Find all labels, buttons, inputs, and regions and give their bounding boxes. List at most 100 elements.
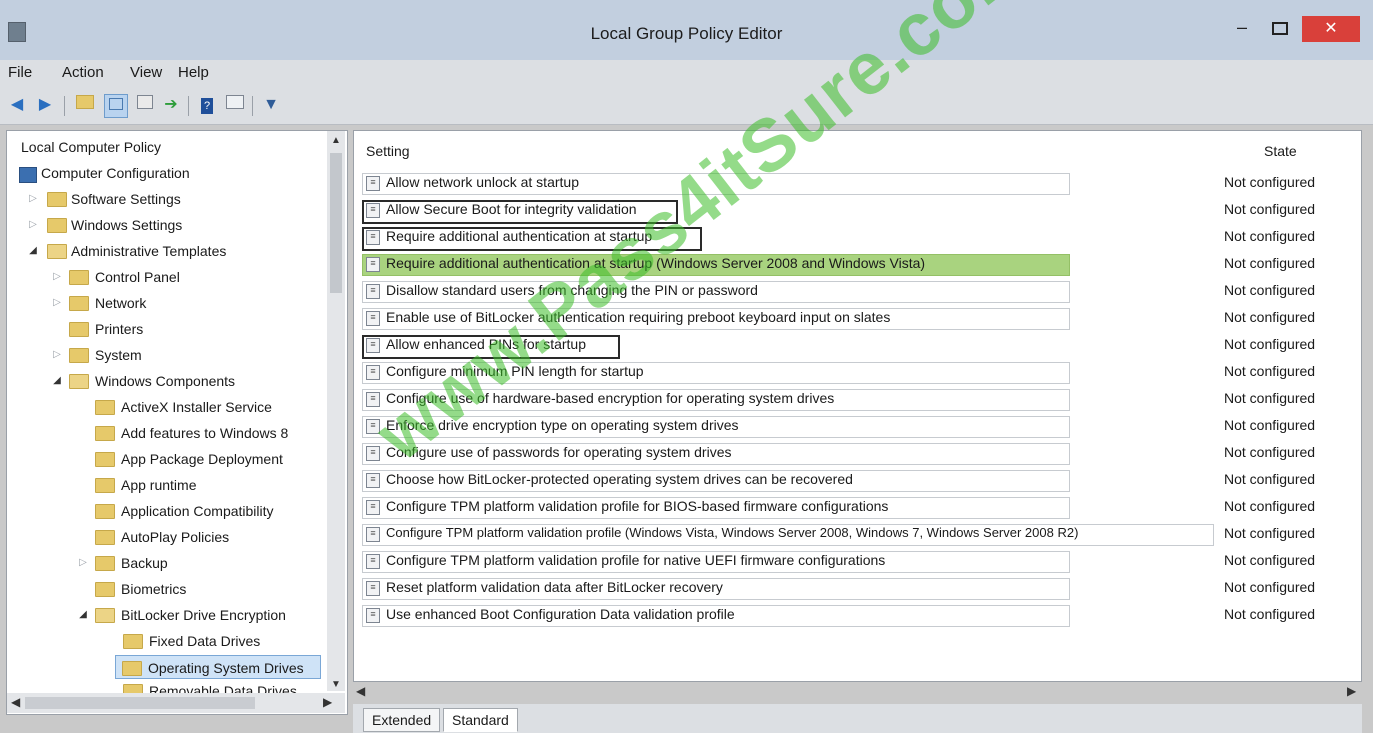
scroll-left-icon[interactable]: ◀ (11, 695, 20, 709)
forward-arrow-icon[interactable]: ▶ (34, 94, 56, 116)
tree-vertical-scrollbar[interactable] (327, 131, 345, 691)
setting-row[interactable]: ≡ Configure use of hardware-based encryp… (362, 387, 1352, 411)
policy-setting-icon: ≡ (366, 257, 380, 272)
policy-setting-icon: ≡ (366, 554, 380, 569)
tree-item-system[interactable]: ▷ System (7, 343, 323, 367)
menu-action[interactable]: Action (62, 64, 104, 81)
tree-item-application-compatibility[interactable]: Application Compatibility (7, 499, 323, 523)
setting-row[interactable]: ≡ Disallow standard users from changing … (362, 279, 1352, 303)
tree-item-fixed-data-drives[interactable]: Fixed Data Drives (7, 629, 323, 653)
folder-icon (95, 530, 115, 545)
tree-item-control-panel[interactable]: ▷ Control Panel (7, 265, 323, 289)
setting-row[interactable]: ≡ Reset platform validation data after B… (362, 576, 1352, 600)
setting-label: Disallow standard users from changing th… (386, 282, 758, 298)
setting-row[interactable]: ≡ Use enhanced Boot Configuration Data v… (362, 603, 1352, 627)
scroll-right-icon[interactable]: ▶ (323, 695, 332, 709)
console-tree: Local Computer Policy Computer Configura… (6, 130, 348, 715)
menu-view[interactable]: View (130, 64, 162, 81)
tree-item-app-runtime[interactable]: App runtime (7, 473, 323, 497)
setting-row[interactable]: ≡ Choose how BitLocker-protected operati… (362, 468, 1352, 492)
tree-item-software-settings[interactable]: ▷ Software Settings (7, 187, 323, 211)
tree-item-printers[interactable]: Printers (7, 317, 323, 341)
filter-icon[interactable]: ▼ (260, 94, 282, 116)
tree-item-biometrics[interactable]: Biometrics (7, 577, 323, 601)
close-button[interactable]: ✕ (1302, 16, 1360, 42)
setting-row[interactable]: ≡ Allow network unlock at startup Not co… (362, 171, 1352, 195)
tree-item-add-features[interactable]: Add features to Windows 8 (7, 421, 323, 445)
setting-row[interactable]: ≡ Configure TPM platform validation prof… (362, 522, 1352, 546)
show-hide-tree-icon[interactable] (104, 94, 128, 118)
collapse-arrow-icon[interactable]: ◢ (27, 239, 39, 263)
tree-item-administrative-templates[interactable]: ◢ Administrative Templates (7, 239, 323, 263)
setting-label: Configure minimum PIN length for startup (386, 363, 644, 379)
setting-label: Enable use of BitLocker authentication r… (386, 309, 891, 325)
setting-row[interactable]: ≡ Enable use of BitLocker authentication… (362, 306, 1352, 330)
expand-arrow-icon[interactable]: ▷ (27, 187, 39, 211)
tree-item-label: Add features to Windows 8 (121, 425, 289, 441)
policy-setting-icon: ≡ (366, 311, 380, 326)
setting-label: Choose how BitLocker-protected operating… (386, 471, 853, 487)
folder-icon (69, 296, 89, 311)
help-icon[interactable]: ? (196, 94, 218, 116)
setting-row[interactable]: ≡ Configure use of passwords for operati… (362, 441, 1352, 465)
policy-setting-icon: ≡ (366, 203, 380, 218)
tree-item-network[interactable]: ▷ Network (7, 291, 323, 315)
tree-root[interactable]: Local Computer Policy (11, 135, 327, 159)
tree-item-autoplay-policies[interactable]: AutoPlay Policies (7, 525, 323, 549)
export-list-icon[interactable]: ➔ (160, 94, 182, 116)
maximize-button[interactable] (1262, 18, 1298, 42)
setting-row[interactable]: ≡ Configure minimum PIN length for start… (362, 360, 1352, 384)
up-folder-icon[interactable] (74, 94, 96, 116)
properties-icon[interactable] (134, 94, 156, 116)
tree-item-backup[interactable]: ▷ Backup (7, 551, 323, 575)
tree-horizontal-scrollbar[interactable]: ◀ ▶ (7, 693, 345, 713)
policy-setting-icon: ≡ (366, 230, 380, 245)
column-header-state[interactable]: State (1264, 143, 1297, 159)
tree-item-activex-installer-service[interactable]: ActiveX Installer Service (7, 395, 323, 419)
policy-setting-icon: ≡ (366, 338, 380, 353)
setting-row[interactable]: ≡ Configure TPM platform validation prof… (362, 495, 1352, 519)
setting-label: Require additional authentication at sta… (386, 255, 926, 271)
setting-row[interactable]: ≡ Enforce drive encryption type on opera… (362, 414, 1352, 438)
setting-row[interactable]: ≡ Require additional authentication at s… (362, 225, 1352, 251)
setting-row[interactable]: ≡ Require additional authentication at s… (362, 252, 1352, 276)
tree-item-operating-system-drives[interactable]: Operating System Drives (115, 655, 321, 679)
tree-item-windows-settings[interactable]: ▷ Windows Settings (7, 213, 323, 237)
menu-file[interactable]: File (8, 64, 32, 81)
expand-arrow-icon[interactable]: ▷ (77, 551, 89, 575)
setting-state: Not configured (1224, 282, 1316, 298)
menu-help[interactable]: Help (178, 64, 209, 81)
setting-row[interactable]: ≡ Configure TPM platform validation prof… (362, 549, 1352, 573)
expand-arrow-icon[interactable]: ▷ (27, 213, 39, 237)
setting-row[interactable]: ≡ Allow Secure Boot for integrity valida… (362, 198, 1352, 224)
policy-setting-icon: ≡ (366, 500, 380, 515)
tree-item-bitlocker-drive-encryption[interactable]: ◢ BitLocker Drive Encryption (7, 603, 323, 627)
scroll-up-icon[interactable]: ▲ (331, 135, 341, 146)
column-header-setting[interactable]: Setting (366, 143, 410, 159)
toolbar: ◀ ▶ ➔ ? ▼ (0, 88, 1373, 125)
tree-vertical-scroll-thumb[interactable] (330, 153, 342, 293)
scroll-left-icon[interactable]: ◀ (356, 684, 365, 698)
scroll-right-icon[interactable]: ▶ (1347, 684, 1356, 698)
setting-row[interactable]: ≡ Allow enhanced PINs for startup Not co… (362, 333, 1352, 359)
setting-label: Configure use of passwords for operating… (386, 444, 732, 460)
collapse-arrow-icon[interactable]: ◢ (51, 369, 63, 393)
scroll-down-icon[interactable]: ▼ (331, 679, 341, 690)
collapse-arrow-icon[interactable]: ◢ (77, 603, 89, 627)
back-arrow-icon[interactable]: ◀ (6, 94, 28, 116)
tab-extended[interactable]: Extended (363, 708, 441, 732)
view-icon[interactable] (224, 94, 246, 116)
expand-arrow-icon[interactable]: ▷ (51, 265, 63, 289)
folder-icon (95, 556, 115, 571)
folder-icon (47, 218, 67, 233)
minimize-button[interactable]: – (1224, 18, 1260, 42)
policy-setting-icon: ≡ (366, 392, 380, 407)
tab-standard[interactable]: Standard (443, 708, 518, 732)
tree-item-computer-configuration[interactable]: Computer Configuration (7, 161, 323, 185)
expand-arrow-icon[interactable]: ▷ (51, 343, 63, 367)
folder-icon (69, 348, 89, 363)
expand-arrow-icon[interactable]: ▷ (51, 291, 63, 315)
tree-horizontal-scroll-thumb[interactable] (25, 697, 255, 709)
tree-item-app-package-deployment[interactable]: App Package Deployment (7, 447, 323, 471)
tree-item-windows-components[interactable]: ◢ Windows Components (7, 369, 323, 393)
